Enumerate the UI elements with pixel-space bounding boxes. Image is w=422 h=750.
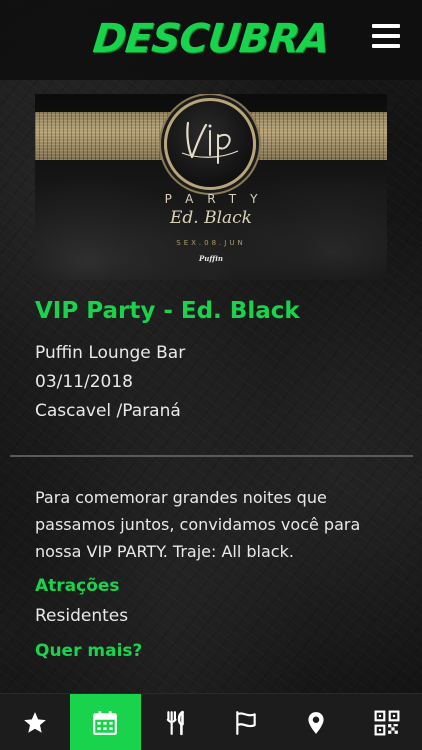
banner-edition-text: Ed. Black	[170, 208, 252, 228]
banner-date-text: SEX.08.JUN	[176, 239, 246, 247]
event-banner-image: PARTY Ed. Black SEX.08.JUN Puffin	[35, 94, 387, 280]
nav-qr-code[interactable]	[352, 694, 422, 750]
section-divider	[10, 455, 413, 457]
event-date: 03/11/2018	[35, 372, 133, 392]
nav-restaurants[interactable]	[141, 694, 211, 750]
vip-logo-emblem	[164, 98, 256, 190]
attractions-value: Residentes	[35, 606, 129, 626]
star-icon	[24, 711, 46, 733]
event-location: Cascavel /Paraná	[35, 401, 181, 421]
nav-locations[interactable]	[281, 694, 351, 750]
nav-favorites[interactable]	[0, 694, 70, 750]
banner-party-text: PARTY	[164, 192, 272, 206]
app-header: DESCUBRA	[0, 0, 422, 80]
nav-events[interactable]	[70, 694, 141, 750]
event-description: Para comemorar grandes noites que passam…	[35, 488, 361, 561]
attractions-heading: Atrações	[35, 576, 120, 596]
hamburger-menu-icon[interactable]	[372, 24, 400, 48]
nav-tourism[interactable]	[211, 694, 281, 750]
brand-logo: DESCUBRA	[90, 16, 332, 62]
flag-icon	[236, 710, 256, 735]
more-info-link[interactable]: Quer mais?	[35, 641, 142, 661]
bottom-navigation-bar	[0, 693, 422, 750]
calendar-icon	[93, 710, 118, 735]
event-title: VIP Party - Ed. Black	[35, 298, 300, 324]
qr-code-icon	[374, 710, 400, 735]
event-venue: Puffin Lounge Bar	[35, 343, 186, 363]
fork-knife-icon	[166, 710, 184, 735]
banner-venue-logo: Puffin	[199, 254, 223, 263]
map-pin-icon	[308, 711, 325, 734]
screen: DESCUBRA PARTY Ed. Black SEX.08.JUN Puff…	[0, 0, 422, 750]
